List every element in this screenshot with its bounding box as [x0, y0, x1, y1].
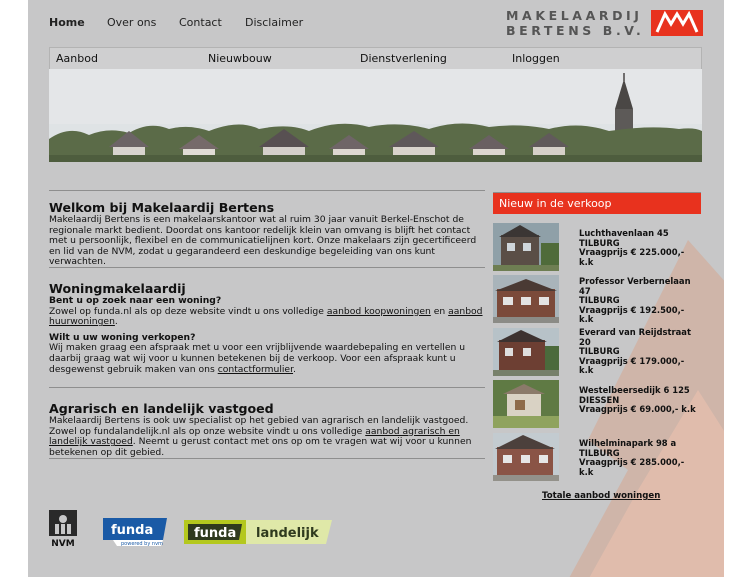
menu-nieuwbouw[interactable]: Nieuwbouw: [208, 52, 272, 65]
nav-contact[interactable]: Contact: [179, 16, 222, 29]
nvm-label: NVM: [51, 539, 74, 548]
listing-item[interactable]: Wilhelminapark 98 a TILBURG Vraagprijs €…: [493, 433, 701, 483]
listing-item[interactable]: Luchthavenlaan 45 TILBURG Vraagprijs € 2…: [493, 223, 701, 273]
main-content: Welkom bij Makelaardij Bertens Makelaard…: [49, 190, 485, 459]
listing-photo[interactable]: [493, 275, 559, 323]
nav-disclaimer[interactable]: Disclaimer: [245, 16, 303, 29]
funda-landelijk-logo[interactable]: funda landelijk: [184, 518, 334, 548]
listing-item[interactable]: Westelbeersedijk 6 125 DIESSEN Vraagprij…: [493, 380, 701, 430]
listing-item[interactable]: Everard van Reijdstraat 20 TILBURG Vraag…: [493, 327, 701, 378]
section-text-welkom: Makelaardij Bertens is een makelaarskant…: [49, 214, 477, 268]
section-title-welkom: Welkom bij Makelaardij Bertens: [49, 200, 275, 215]
text-zoeken: Zowel op funda.nl als op deze website vi…: [49, 305, 483, 328]
nvm-logo[interactable]: NVM: [49, 510, 77, 548]
funda-sub-label: powered by nvm: [121, 541, 163, 547]
menu-inloggen[interactable]: Inloggen: [512, 52, 560, 65]
main-menu: Aanbod Nieuwbouw Dienstverlening Inlogge…: [49, 47, 702, 70]
listing-price: Vraagprijs € 69.000,- k.k: [579, 404, 696, 415]
link-koopwoningen[interactable]: aanbod koopwoningen: [327, 306, 431, 317]
nav-over-ons[interactable]: Over ons: [107, 16, 156, 29]
listing-street: Everard van Reijdstraat 20: [579, 327, 691, 347]
all-listings-link[interactable]: Totale aanbod woningen: [542, 491, 660, 501]
listing-street: Professor Verbernelaan 47: [579, 276, 691, 296]
page: Home Over ons Contact Disclaimer MAKELAA…: [28, 0, 724, 577]
funda-landelijk-label-1: funda: [194, 526, 236, 541]
funda-label: funda: [111, 523, 153, 538]
funda-landelijk-label-2: landelijk: [256, 526, 319, 541]
menu-aanbod[interactable]: Aanbod: [56, 52, 98, 65]
brand-line-1: MAKELAARDIJ: [506, 8, 643, 23]
listing-photo[interactable]: [493, 380, 559, 428]
listing-photo[interactable]: [493, 223, 559, 271]
listing-photo[interactable]: [493, 328, 559, 376]
sidebar-new-listings: Nieuw in de verkoop Luchthavenlaan 45 TI…: [493, 192, 701, 481]
brand-logo-text[interactable]: MAKELAARDIJ BERTENS B.V.: [506, 8, 644, 38]
text-agrarisch: Makelaardij Bertens is ook uw specialist…: [49, 415, 472, 458]
section-agrarisch: Agrarisch en landelijk vastgoed Makelaar…: [49, 388, 485, 458]
section-woning: Woningmakelaardij Bent u op zoek naar ee…: [49, 268, 485, 387]
section-title-woning: Woningmakelaardij: [49, 281, 186, 296]
listing-price: Vraagprijs € 192.500,- k.k: [579, 304, 685, 325]
menu-dienstverlening[interactable]: Dienstverlening: [360, 52, 447, 65]
section-welkom: Welkom bij Makelaardij Bertens Makelaard…: [49, 191, 485, 268]
listing-photo[interactable]: [493, 433, 559, 481]
listing-price: Vraagprijs € 225.000,- k.k: [579, 247, 685, 267]
funda-logo[interactable]: funda powered by nvm: [103, 518, 169, 548]
listing-item[interactable]: Professor Verbernelaan 47 TILBURG Vraagp…: [493, 275, 701, 325]
link-contactformulier[interactable]: contactformulier: [218, 364, 293, 375]
text-verkopen: Wij maken graag een afspraak met u voor …: [49, 342, 466, 375]
nav-home[interactable]: Home: [49, 16, 85, 29]
listing-price: Vraagprijs € 285.000,- k.k: [579, 457, 685, 477]
brand-line-2: BERTENS B.V.: [506, 23, 645, 38]
brand-logo-icon: [651, 10, 703, 36]
sidebar-title: Nieuw in de verkoop: [493, 192, 701, 214]
listing-price: Vraagprijs € 179.000,- k.k: [579, 355, 685, 376]
section-title-agrarisch: Agrarisch en landelijk vastgoed: [49, 401, 274, 416]
header-banner-image: [49, 69, 702, 162]
